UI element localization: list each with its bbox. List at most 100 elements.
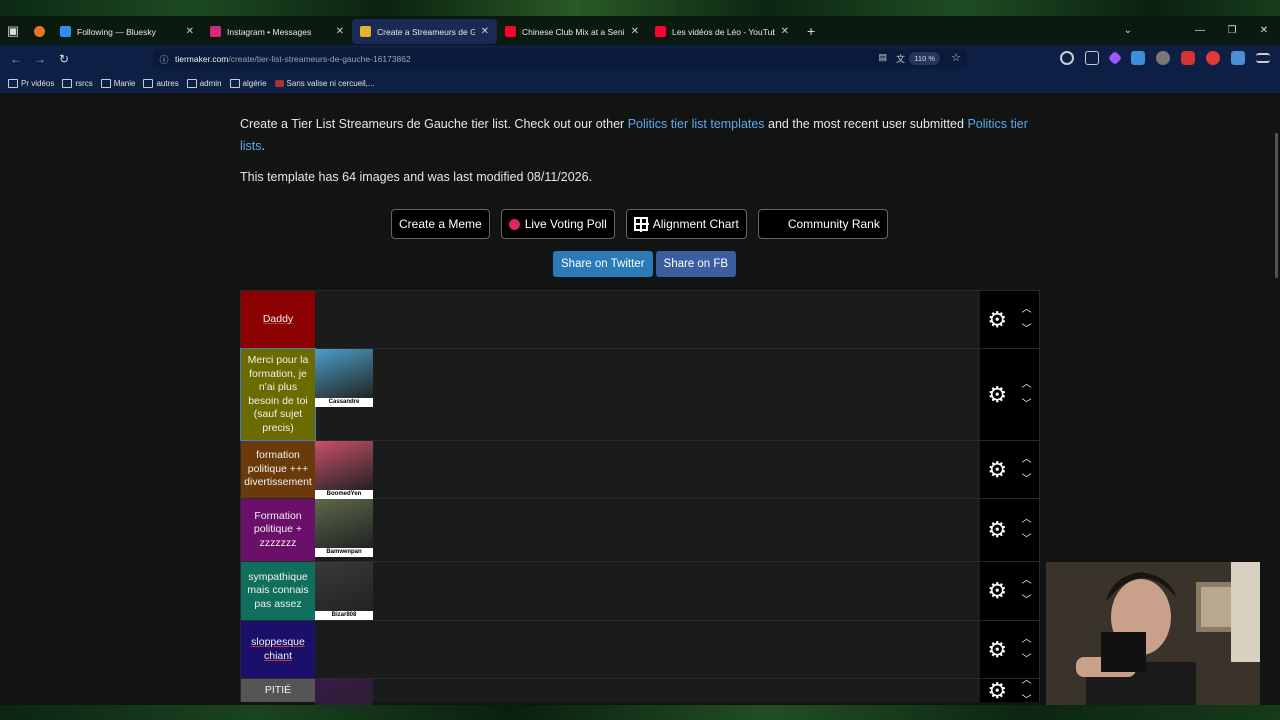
- back-icon[interactable]: ←: [4, 52, 28, 66]
- gear-icon[interactable]: ⚙: [987, 457, 1007, 483]
- gear-icon[interactable]: ⚙: [987, 307, 1007, 333]
- bookmark-folder[interactable]: algérie: [229, 78, 267, 88]
- tab-bluesky[interactable]: Following — Bluesky ✕: [52, 19, 202, 44]
- address-bar[interactable]: ⓘ tiermaker.com/create/tier-list-streame…: [153, 49, 967, 69]
- move-down-icon[interactable]: ﹀: [1022, 691, 1032, 706]
- move-up-icon[interactable]: ︿: [1022, 630, 1032, 650]
- desktop-background-bottom: [0, 705, 1280, 720]
- extension-blue-icon[interactable]: [1131, 51, 1145, 65]
- streamer-card[interactable]: [315, 679, 373, 705]
- streamer-card[interactable]: Bamwenpan: [315, 499, 373, 557]
- tab-youtube-leo[interactable]: Les vidéos de Léo - YouTube ✕: [647, 19, 797, 44]
- reload-icon[interactable]: ↻: [52, 52, 76, 66]
- tier-label[interactable]: Daddy: [241, 291, 315, 348]
- close-window-icon[interactable]: ✕: [1248, 25, 1280, 36]
- close-icon[interactable]: ✕: [781, 26, 789, 37]
- minimize-icon[interactable]: —: [1184, 25, 1216, 36]
- site-info-icon[interactable]: ⓘ: [153, 53, 175, 66]
- folder-icon: [62, 78, 73, 88]
- bookmark-folder[interactable]: Manie: [100, 78, 135, 88]
- tier-controls: ⚙ ︿ ﹀: [980, 621, 1039, 678]
- live-voting-poll-button[interactable]: Live Voting Poll: [500, 209, 615, 239]
- forward-icon[interactable]: →: [28, 52, 52, 66]
- gear-icon[interactable]: ⚙: [987, 578, 1007, 604]
- close-icon[interactable]: ✕: [336, 26, 344, 37]
- move-down-icon[interactable]: ﹀: [1022, 591, 1032, 611]
- alignment-chart-button[interactable]: Alignment Chart: [625, 209, 747, 239]
- extension-purple-icon[interactable]: [1107, 50, 1123, 66]
- tab-bar: ▣ Following — Bluesky ✕ Instagram • Mess…: [0, 16, 1280, 45]
- share-twitter-button[interactable]: Share on Twitter: [553, 251, 653, 277]
- tab-youtube-mix[interactable]: Chinese Club Mix at a Seni ✕: [497, 19, 647, 44]
- close-icon[interactable]: ✕: [481, 26, 489, 37]
- bookmark-folder[interactable]: rsrcs: [62, 78, 93, 88]
- zoom-level[interactable]: 110 %: [909, 52, 940, 65]
- bookmark-folder[interactable]: Pr vidéos: [8, 78, 54, 88]
- account-icon[interactable]: [1060, 51, 1074, 65]
- community-rank-button[interactable]: Community Rank: [757, 209, 888, 239]
- reader-view-icon[interactable]: ▤: [878, 52, 887, 63]
- tab-instagram[interactable]: Instagram • Messages ✕: [202, 19, 352, 44]
- bookmark-link[interactable]: Sans valise ni cercueil,...: [274, 79, 375, 88]
- translate-icon[interactable]: 文: [896, 52, 905, 65]
- intro-text: Create a Tier List Streameurs de Gauche …: [240, 117, 1028, 153]
- tier-items: Bamwenpan: [315, 499, 980, 561]
- move-arrows: ︿ ﹀: [1022, 671, 1032, 706]
- tier-label[interactable]: formation politique +++ divertissement: [241, 441, 315, 498]
- bookmark-folder[interactable]: admin: [186, 78, 222, 88]
- move-down-icon[interactable]: ﹀: [1022, 395, 1032, 415]
- move-up-icon[interactable]: ︿: [1022, 571, 1032, 591]
- move-down-icon[interactable]: ﹀: [1022, 470, 1032, 490]
- bookmark-star-icon[interactable]: ☆: [951, 51, 961, 64]
- move-up-icon[interactable]: ︿: [1022, 510, 1032, 530]
- bookmarks-bar: Pr vidéos rsrcs Manie autres admin algér…: [0, 73, 1280, 93]
- new-tab-icon[interactable]: +: [807, 23, 815, 39]
- move-up-icon[interactable]: ︿: [1022, 450, 1032, 470]
- move-up-icon[interactable]: ︿: [1022, 375, 1032, 395]
- gear-icon[interactable]: ⚙: [987, 637, 1007, 663]
- move-arrows: ︿ ﹀: [1022, 571, 1032, 611]
- tier-label[interactable]: sloppesque chiant: [241, 621, 315, 678]
- close-icon[interactable]: ✕: [186, 26, 194, 37]
- scrollbar[interactable]: [1275, 133, 1278, 278]
- extension-grid-icon[interactable]: [1231, 51, 1245, 65]
- tier-label[interactable]: sympathique mais connais pas assez: [241, 562, 315, 620]
- tab-tiermaker[interactable]: Create a Streameurs de Gauche ✕: [352, 19, 497, 44]
- gear-icon[interactable]: ⚙: [987, 678, 1007, 704]
- tier-label[interactable]: Merci pour la formation, je n'ai plus be…: [240, 348, 316, 441]
- move-down-icon[interactable]: ﹀: [1022, 650, 1032, 670]
- gear-icon[interactable]: ⚙: [987, 517, 1007, 543]
- webcam-image: [1046, 562, 1260, 710]
- streamer-card[interactable]: Cassandre: [315, 349, 373, 407]
- firefox-view-tab[interactable]: [26, 19, 52, 44]
- extension-red-icon[interactable]: [1206, 51, 1220, 65]
- list-all-tabs-icon[interactable]: ⌄: [1112, 25, 1144, 36]
- tier-label[interactable]: Formation politique + zzzzzzz: [241, 499, 315, 561]
- extension-toolbar: [1060, 50, 1270, 66]
- gear-icon[interactable]: ⚙: [987, 382, 1007, 408]
- move-up-icon[interactable]: ︿: [1022, 671, 1032, 691]
- adblock-icon[interactable]: [1181, 51, 1195, 65]
- streamer-card[interactable]: Bizar808: [315, 562, 373, 620]
- maximize-icon[interactable]: ❐: [1216, 25, 1248, 36]
- bookmark-folder[interactable]: autres: [143, 78, 179, 88]
- tiermaker-icon: [360, 26, 371, 37]
- tab-overview-icon[interactable]: ▣: [0, 16, 26, 45]
- politics-templates-link[interactable]: Politics tier list templates: [628, 117, 765, 131]
- streamer-photo: [315, 499, 373, 548]
- instagram-icon: [210, 26, 221, 37]
- create-meme-button[interactable]: Create a Meme: [391, 209, 490, 239]
- firefox-icon: [34, 26, 45, 37]
- streamer-card[interactable]: BoomedYen: [315, 441, 373, 499]
- url-host: tiermaker.com: [175, 54, 229, 64]
- extensions-icon[interactable]: [1085, 51, 1099, 65]
- menu-icon[interactable]: [1256, 53, 1270, 63]
- tier-label[interactable]: PITIÉ: [241, 679, 315, 702]
- grid-icon: [633, 217, 649, 232]
- extension-mask-icon[interactable]: [1156, 51, 1170, 65]
- move-down-icon[interactable]: ﹀: [1022, 320, 1032, 340]
- share-facebook-button[interactable]: Share on FB: [655, 251, 737, 277]
- move-up-icon[interactable]: ︿: [1022, 300, 1032, 320]
- move-down-icon[interactable]: ﹀: [1022, 530, 1032, 550]
- close-icon[interactable]: ✕: [631, 26, 639, 37]
